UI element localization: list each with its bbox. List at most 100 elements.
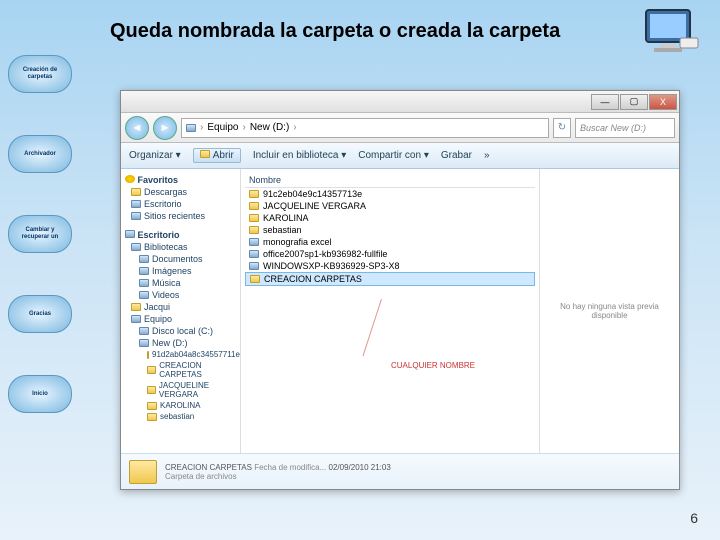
tree-desktop-section[interactable]: Escritorio: [125, 230, 238, 240]
folder-icon: [147, 402, 157, 410]
explorer-window: — ▢ X ◄ ► › Equipo › New (D:) › ↻ Buscar…: [120, 90, 680, 490]
folder-icon: [249, 226, 259, 234]
nav-pill-gracias[interactable]: Gracias: [8, 295, 72, 333]
folder-icon: [139, 279, 149, 287]
address-bar[interactable]: › Equipo › New (D:) ›: [181, 118, 549, 138]
folder-icon: [249, 214, 259, 222]
forward-button[interactable]: ►: [153, 116, 177, 140]
folder-icon: [147, 413, 157, 421]
nav-pill-cambiar[interactable]: Cambiar y recuperar un: [8, 215, 72, 253]
file-name: CREACION CARPETAS: [264, 274, 362, 284]
pill-label: Cambiar y recuperar un: [11, 227, 69, 240]
tree-item-new-d[interactable]: New (D:): [123, 337, 238, 349]
folder-icon: [139, 267, 149, 275]
refresh-button[interactable]: ↻: [553, 118, 571, 138]
maximize-button[interactable]: ▢: [620, 94, 648, 110]
file-row[interactable]: office2007sp1-kb936982-fullfile: [245, 248, 535, 260]
tree-item-sub4[interactable]: KAROLINA: [123, 400, 238, 411]
open-button[interactable]: Abrir: [193, 148, 241, 163]
file-name: WINDOWSXP-KB936929-SP3-X8: [263, 261, 400, 271]
tree-item-sub5[interactable]: sebastian: [123, 411, 238, 422]
annotation-arrow: [362, 299, 381, 356]
folder-icon: [147, 351, 149, 359]
excel-file-icon: [249, 238, 259, 246]
tree-item-videos[interactable]: Videos: [123, 289, 238, 301]
more-button[interactable]: »: [484, 150, 490, 161]
file-row[interactable]: WINDOWSXP-KB936929-SP3-X8: [245, 260, 535, 272]
status-name: CREACION CARPETAS: [165, 463, 252, 472]
status-bar: CREACION CARPETAS Fecha de modifica... 0…: [121, 453, 679, 489]
file-row[interactable]: KAROLINA: [245, 212, 535, 224]
search-input[interactable]: Buscar New (D:): [575, 118, 675, 138]
tree-item-music[interactable]: Música: [123, 277, 238, 289]
large-folder-icon: [129, 460, 157, 484]
folder-icon: [249, 190, 259, 198]
exe-file-icon: [249, 250, 259, 258]
column-header-name[interactable]: Nombre: [245, 173, 535, 188]
file-row[interactable]: monografia excel: [245, 236, 535, 248]
tree-favorites-header[interactable]: Favoritos: [125, 175, 238, 185]
folder-icon: [249, 202, 259, 210]
tree-item-documents[interactable]: Documentos: [123, 253, 238, 265]
file-row[interactable]: 91c2eb04e9c14357713e: [245, 188, 535, 200]
pill-label: Creación de carpetas: [11, 67, 69, 80]
status-date: 02/09/2010 21:03: [329, 463, 391, 472]
file-row-selected[interactable]: CREACION CARPETAS: [245, 272, 535, 286]
tree-item-desktop[interactable]: Escritorio: [123, 198, 238, 210]
tree-item-sub2[interactable]: CREACION CARPETAS: [123, 360, 238, 380]
file-row[interactable]: JACQUELINE VERGARA: [245, 200, 535, 212]
pill-label: Inicio: [32, 391, 48, 398]
folder-icon: [250, 275, 260, 283]
open-label: Abrir: [213, 150, 234, 161]
folder-icon: [139, 255, 149, 263]
status-type: Carpeta de archivos: [165, 472, 391, 481]
file-row[interactable]: sebastian: [245, 224, 535, 236]
exe-file-icon: [249, 262, 259, 270]
include-menu[interactable]: Incluir en biblioteca ▾: [253, 150, 346, 161]
tree-item-images[interactable]: Imágenes: [123, 265, 238, 277]
status-date-label: Fecha de modifica...: [254, 463, 326, 472]
tree-item-user[interactable]: Jacqui: [123, 301, 238, 313]
folder-icon: [147, 386, 156, 394]
breadcrumb-drive[interactable]: New (D:): [250, 122, 289, 133]
computer-monitor-icon: [642, 8, 702, 58]
breadcrumb-equipo[interactable]: Equipo: [207, 122, 238, 133]
file-name: monografia excel: [263, 237, 332, 247]
minimize-button[interactable]: —: [591, 94, 619, 110]
file-name: JACQUELINE VERGARA: [263, 201, 366, 211]
folder-icon: [200, 150, 210, 158]
breadcrumb-sep: ›: [242, 122, 245, 133]
slide-title: Queda nombrada la carpeta o creada la ca…: [110, 20, 560, 43]
folder-icon: [147, 366, 156, 374]
preview-pane: No hay ninguna vista previa disponible: [539, 169, 679, 453]
nav-pill-inicio[interactable]: Inicio: [8, 375, 72, 413]
tree-item-computer[interactable]: Equipo: [123, 313, 238, 325]
star-icon: [125, 175, 135, 183]
file-name: office2007sp1-kb936982-fullfile: [263, 249, 387, 259]
back-button[interactable]: ◄: [125, 116, 149, 140]
drive-icon: [139, 327, 149, 335]
tree-item-local-c[interactable]: Disco local (C:): [123, 325, 238, 337]
command-toolbar: Organizar ▾ Abrir Incluir en biblioteca …: [121, 143, 679, 169]
burn-button[interactable]: Grabar: [441, 150, 472, 161]
pill-label: Archivador: [24, 151, 56, 158]
library-icon: [131, 243, 141, 251]
window-titlebar: — ▢ X: [121, 91, 679, 113]
share-menu[interactable]: Compartir con ▾: [358, 150, 429, 161]
user-icon: [131, 303, 141, 311]
nav-toolbar: ◄ ► › Equipo › New (D:) › ↻ Buscar New (…: [121, 113, 679, 143]
tree-item-recent[interactable]: Sitios recientes: [123, 210, 238, 222]
breadcrumb-sep: ›: [293, 122, 296, 133]
folder-icon: [131, 188, 141, 196]
nav-pill-archivador[interactable]: Archivador: [8, 135, 72, 173]
tree-item-sub3[interactable]: JACQUELINE VERGARA: [123, 380, 238, 400]
nav-pill-creacion[interactable]: Creación de carpetas: [8, 55, 72, 93]
organize-menu[interactable]: Organizar ▾: [129, 150, 181, 161]
tree-item-sub1[interactable]: 91d2ab04a8c34557711e: [123, 349, 238, 360]
close-button[interactable]: X: [649, 94, 677, 110]
file-name: sebastian: [263, 225, 302, 235]
tree-item-downloads[interactable]: Descargas: [123, 186, 238, 198]
file-list: Nombre 91c2eb04e9c14357713e JACQUELINE V…: [241, 169, 539, 453]
computer-icon: [131, 315, 141, 323]
tree-item-libraries[interactable]: Bibliotecas: [123, 241, 238, 253]
